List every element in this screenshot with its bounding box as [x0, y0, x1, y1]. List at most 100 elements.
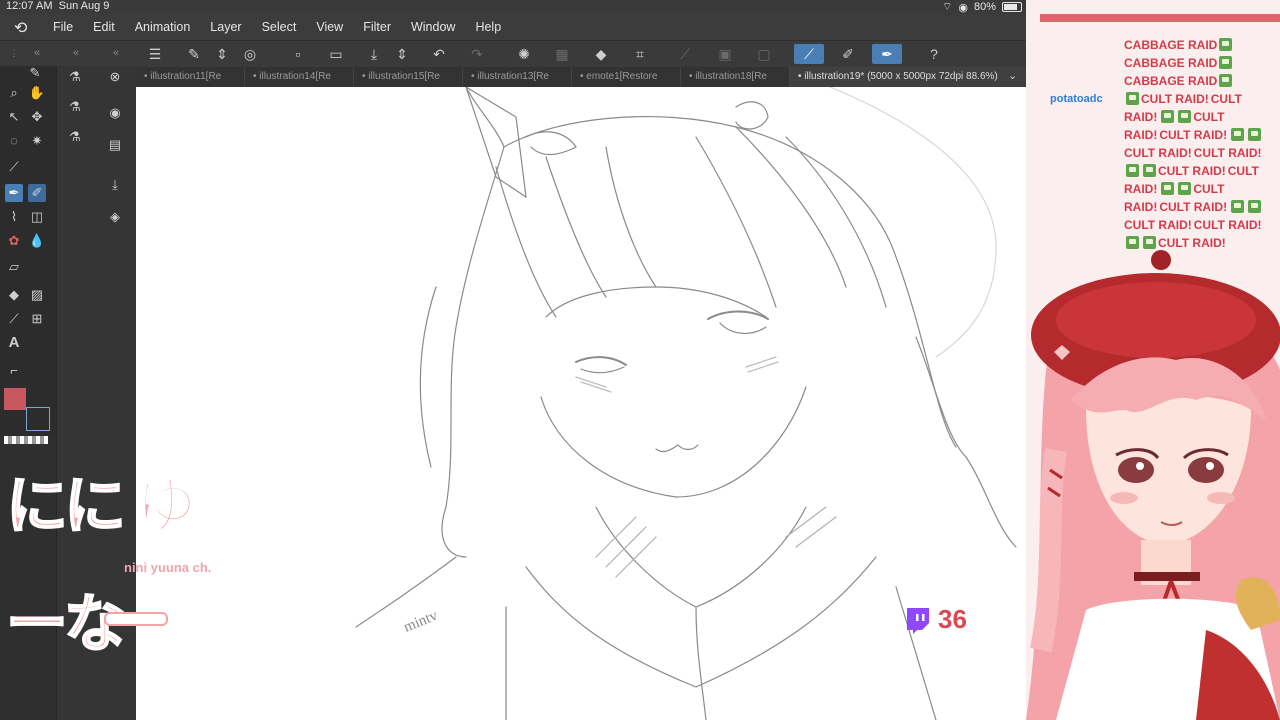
figure-tool-icon[interactable]: ⟋ — [5, 310, 23, 328]
raid-text: CULT RAID! — [1193, 146, 1262, 160]
pen-tool-icon[interactable]: ✎ — [26, 64, 44, 82]
menu-file[interactable]: File — [53, 20, 73, 34]
blend-icon[interactable]: 💧 — [28, 232, 46, 250]
sketch-signature: mintv — [402, 608, 441, 636]
tool-setting-icon[interactable]: ⚗ — [66, 128, 84, 146]
magic-wand-icon[interactable]: ✷ — [28, 132, 46, 150]
tabs-dropdown-chevron-icon[interactable]: ⌄ — [1008, 69, 1017, 82]
move-tool-icon[interactable]: ✥ — [28, 108, 46, 126]
chat-username[interactable]: potatoadc — [1050, 90, 1103, 108]
open-folder-icon[interactable]: ▭ — [326, 44, 346, 64]
menu-filter[interactable]: Filter — [363, 20, 391, 34]
eyedropper-icon[interactable]: ⟋ — [5, 158, 23, 176]
tab-label: illustration11[Re — [150, 71, 222, 82]
menu-view[interactable]: View — [316, 20, 343, 34]
grip-icon[interactable]: ⋮ — [5, 44, 23, 62]
menu-window[interactable]: Window — [411, 20, 455, 34]
hand-tool-icon[interactable]: ✋ — [28, 84, 46, 102]
redo-icon[interactable]: ↷ — [467, 44, 487, 64]
chat-message: CABBAGE RAID — [1050, 72, 1280, 90]
companion-mode-icon[interactable]: ◎ — [240, 44, 260, 64]
selection-disabled-icon[interactable]: ▣ — [715, 44, 735, 64]
collapse-right-icon[interactable]: « — [107, 44, 125, 62]
pencil-icon[interactable]: ✐ — [28, 184, 46, 202]
brush-icon[interactable]: ⌇ — [5, 208, 23, 226]
transform-disabled-icon[interactable]: ⟋ — [675, 44, 695, 64]
gradient-icon[interactable]: ▨ — [28, 286, 46, 304]
cabbage-emote-icon — [1231, 128, 1245, 141]
eraser-icon[interactable]: ▱ — [5, 258, 23, 276]
tab-label: illustration18[Re — [695, 71, 767, 82]
help-icon[interactable]: ? — [924, 44, 944, 64]
raid-text: CULT RAID! — [1141, 92, 1209, 106]
snap-to-ruler-icon[interactable]: ⟋ — [794, 44, 824, 64]
cabbage-emote-icon — [1219, 74, 1233, 87]
document-tab[interactable]: • illustration15[Re — [354, 67, 463, 87]
new-file-icon[interactable]: ▫ — [288, 44, 308, 64]
cabbage-emote-icon — [1161, 110, 1175, 123]
loading-spinner-icon: ✺ — [518, 46, 530, 62]
cabbage-emote-icon — [1126, 92, 1139, 105]
sub-color-swatch[interactable] — [26, 407, 50, 431]
color-set-icon[interactable]: ▤ — [106, 136, 124, 154]
crop-icon[interactable]: ⌗ — [630, 44, 650, 64]
menu-help[interactable]: Help — [475, 20, 501, 34]
chat-message-text: CABBAGE RAID — [1124, 56, 1218, 70]
pen-icon[interactable]: ✒ — [5, 184, 23, 202]
document-tab[interactable]: • illustration19* (5000 x 5000px 72dpi 8… — [790, 67, 1027, 87]
fill-bucket-icon[interactable]: ◆ — [5, 286, 23, 304]
document-tab[interactable]: • emote1[Restore — [572, 67, 681, 87]
document-tab[interactable]: • illustration14[Re — [245, 67, 354, 87]
snap-disabled-icon[interactable]: ▢ — [754, 44, 774, 64]
vtuber-avatar — [1026, 250, 1280, 720]
brush-size-icon[interactable]: ◉ — [106, 104, 124, 122]
cabbage-emote-icon — [1178, 182, 1192, 195]
cabbage-emote-icon — [1126, 164, 1139, 177]
save-icon[interactable]: ⤓ — [364, 44, 384, 64]
streamer-logo: にに ゆーな nini yuuna ch. — [5, 440, 231, 710]
fill-icon[interactable]: ◆ — [591, 44, 611, 64]
frame-border-icon[interactable]: ⊞ — [28, 310, 46, 328]
cabbage-emote-icon — [1231, 200, 1245, 213]
layer-icon[interactable]: ◈ — [106, 208, 124, 226]
twitch-follower-counter: 36 — [904, 604, 967, 635]
text-tool-icon[interactable]: A — [5, 334, 23, 352]
save-options-icon[interactable]: ⇕ — [392, 44, 412, 64]
menu-layer[interactable]: Layer — [210, 20, 241, 34]
zoom-tool-icon[interactable]: ⌕ — [5, 84, 23, 102]
lock-rotation-icon: ◉ — [958, 1, 968, 14]
sub-tool-icon[interactable]: ⚗ — [66, 68, 84, 86]
menu-edit[interactable]: Edit — [93, 20, 115, 34]
cabbage-emote-icon — [1143, 236, 1156, 249]
cabbage-emote-icon — [1178, 110, 1192, 123]
collapse-left-icon[interactable]: « — [28, 44, 46, 62]
decoration-icon[interactable]: ✿ — [5, 232, 23, 250]
app-logo-icon[interactable]: ⟲ — [14, 18, 32, 37]
hamburger-menu-icon[interactable]: ☰ — [145, 44, 165, 64]
undo-icon[interactable]: ↶ — [429, 44, 449, 64]
collapse-left-icon-2[interactable]: « — [67, 44, 85, 62]
document-tab[interactable]: • illustration18[Re — [681, 67, 790, 87]
menu-animation[interactable]: Animation — [135, 20, 191, 34]
navigator-icon[interactable]: ⊗ — [106, 68, 124, 86]
cabbage-emote-icon — [1126, 236, 1139, 249]
airbrush-icon[interactable]: ◫ — [28, 208, 46, 226]
main-color-swatch[interactable] — [4, 388, 26, 410]
document-tab[interactable]: • illustration13[Re — [463, 67, 572, 87]
menu-select[interactable]: Select — [262, 20, 297, 34]
correct-line-icon[interactable]: ⌐ — [5, 362, 23, 380]
snap-to-special-ruler-icon[interactable]: ✒ — [872, 44, 902, 64]
raid-text: CULT RAID! — [1159, 200, 1228, 214]
tool-property-icon[interactable]: ⚗ — [66, 98, 84, 116]
drawing-canvas[interactable]: mintv — [136, 87, 1026, 720]
operation-tool-icon[interactable]: ↖ — [5, 108, 23, 126]
lasso-tool-icon[interactable]: ◌ — [5, 132, 23, 150]
counter-value: 36 — [938, 604, 967, 634]
material-icon[interactable]: ⤓ — [106, 176, 124, 194]
pen-snap-icon[interactable]: ✐ — [838, 44, 858, 64]
document-tab[interactable]: • illustration11[Re — [136, 67, 245, 87]
clear-icon[interactable]: ▦ — [552, 44, 572, 64]
new-canvas-icon[interactable]: ✎ — [184, 44, 204, 64]
updown-arrows-icon[interactable]: ⇕ — [212, 44, 232, 64]
tab-label: illustration14[Re — [259, 71, 331, 82]
